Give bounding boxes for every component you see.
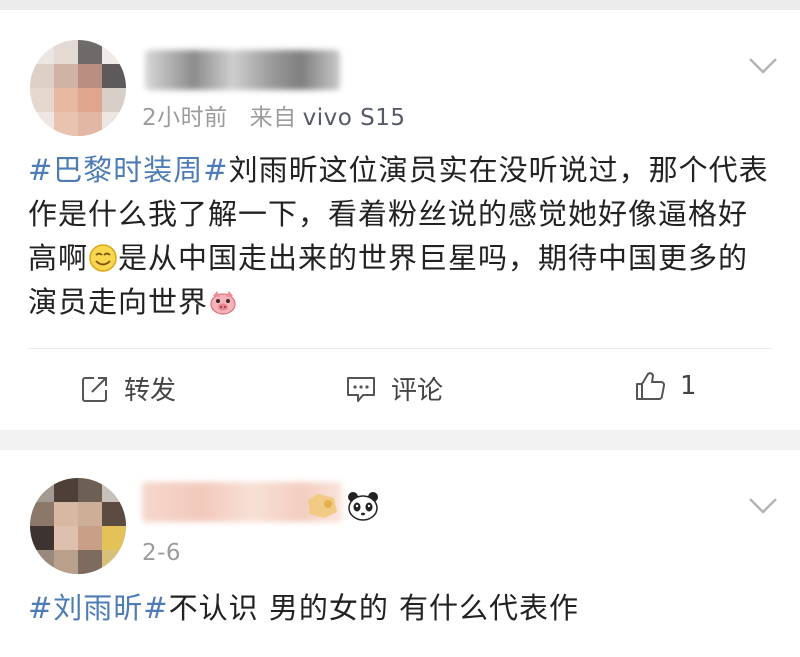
post-text: 不认识 男的女的 有什么代表作 [168, 591, 580, 625]
chevron-down-icon[interactable] [748, 56, 778, 76]
post-body: #巴黎时装周#刘雨昕这位演员实在没听说过，那个代表作是什么我了解一下，看着粉丝说… [28, 148, 776, 324]
post-meta: 2小时前 来自 vivo S15 [142, 98, 406, 132]
smile-emoji-icon [89, 244, 117, 272]
like-button[interactable]: 1 [634, 370, 697, 402]
username-blurred[interactable] [145, 50, 340, 90]
post-card-2: 2-6 #刘雨昕#不认识 男的女的 有什么代表作 [0, 450, 800, 657]
top-separator [0, 0, 800, 10]
panda-icon [348, 492, 378, 521]
post-card-1: 2小时前 来自 vivo S15 #巴黎时装周#刘雨昕这位演员实在没听说过，那个代表… [0, 10, 800, 430]
like-count: 1 [680, 371, 697, 401]
comment-label: 评论 [391, 376, 444, 406]
post-body: #刘雨昕#不认识 男的女的 有什么代表作 [28, 586, 776, 630]
chevron-down-icon[interactable] [748, 496, 778, 516]
pig-emoji-icon [210, 291, 236, 315]
badge-emoji-icon [308, 494, 337, 518]
post-time: 2小时前 [142, 105, 228, 131]
post-date: 2-6 [142, 540, 182, 566]
comment-icon [347, 376, 375, 402]
source-device[interactable]: vivo S15 [303, 105, 406, 131]
avatar[interactable] [30, 40, 126, 136]
hashtag-link[interactable]: #巴黎时装周# [28, 153, 229, 187]
repost-label: 转发 [124, 376, 177, 406]
post-meta: 2-6 [142, 540, 181, 566]
action-divider [28, 348, 772, 349]
repost-button[interactable]: 转发 [80, 370, 176, 407]
post-text-continued: 是从中国走出来的世界巨星吗，期待中国更多的演员走向世界 [28, 241, 749, 319]
repost-icon [82, 376, 107, 402]
hashtag-link[interactable]: #刘雨昕# [28, 591, 169, 625]
comment-button[interactable]: 评论 [345, 370, 443, 407]
source-label: 来自 [249, 105, 297, 131]
avatar[interactable] [30, 478, 126, 574]
thumbs-up-icon [636, 372, 665, 400]
